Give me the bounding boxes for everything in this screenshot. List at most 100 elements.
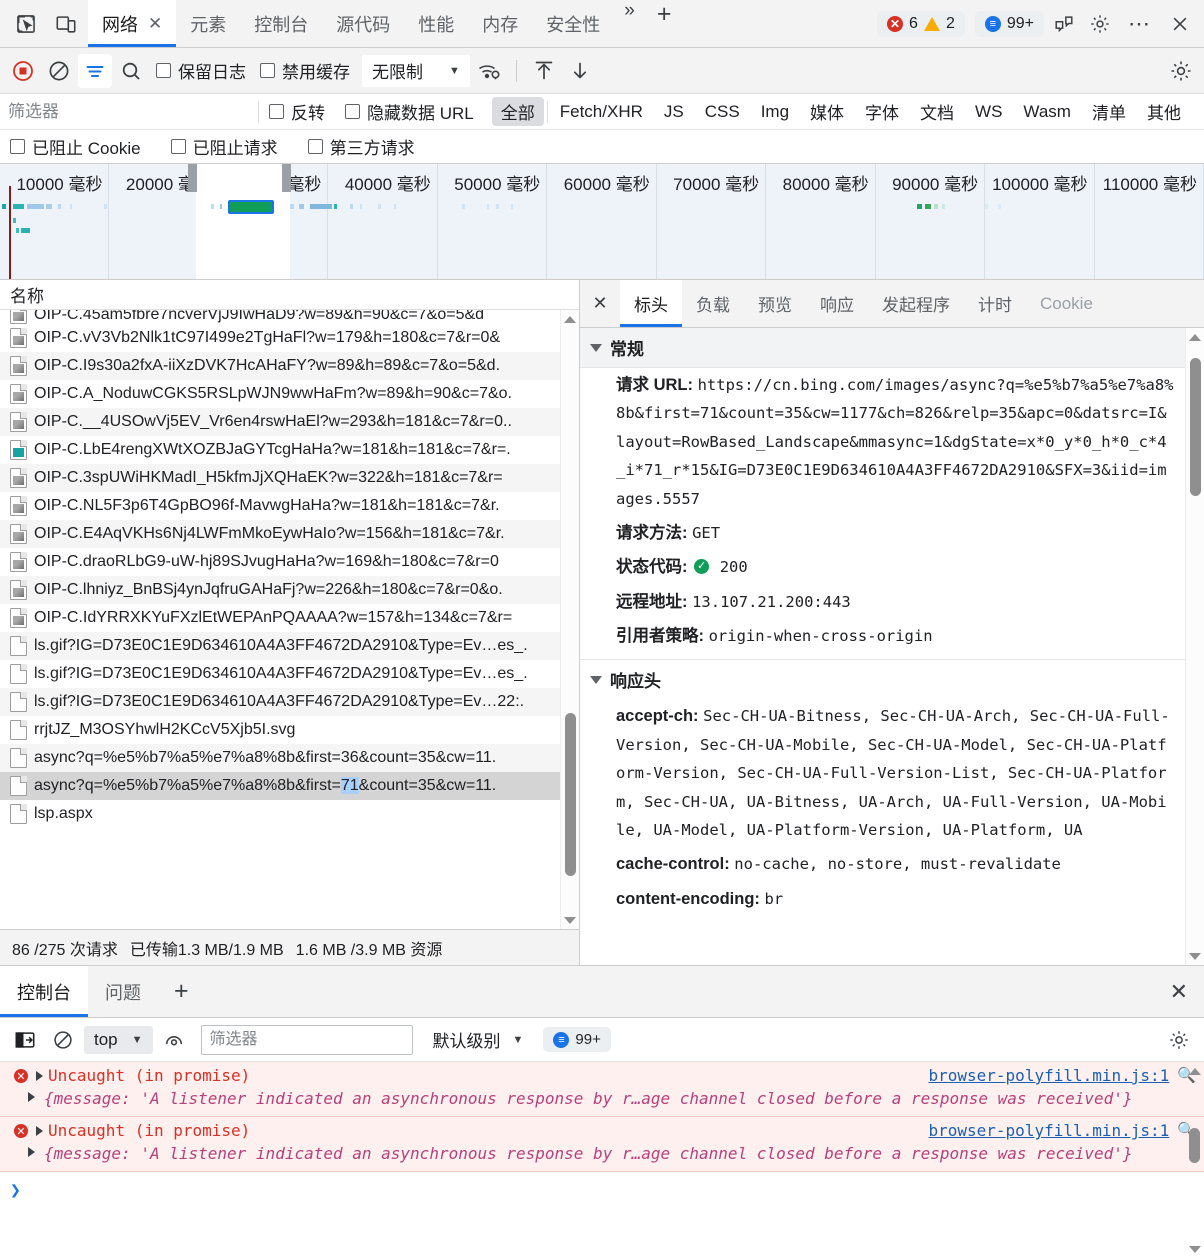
tab-initiator[interactable]: 发起程序 [868, 280, 964, 327]
scroll-track[interactable] [1185, 1080, 1204, 1240]
record-stop-icon[interactable] [6, 54, 40, 88]
list-item[interactable]: ✕ Uncaught (in promise) browser-polyfill… [0, 1062, 1204, 1118]
type-filter-js[interactable]: JS [655, 100, 693, 124]
expand-arrow-icon[interactable] [28, 1092, 35, 1102]
console-level-select[interactable]: 默认级别 ▼ [423, 1027, 534, 1052]
table-row[interactable]: async?q=%e5%b7%a5%e7%a8%8b&first=36&coun… [0, 744, 579, 772]
console-scrollbar[interactable] [1185, 1062, 1204, 1258]
type-filter-ws[interactable]: WS [966, 100, 1011, 124]
table-row[interactable]: ls.gif?IG=D73E0C1E9D634610A4A3FF4672DA29… [0, 688, 579, 716]
hide-data-urls-box[interactable] [345, 104, 360, 119]
tab-performance[interactable]: 性能 [404, 0, 468, 47]
console-message-source-link[interactable]: browser-polyfill.min.js:1 [928, 1066, 1169, 1085]
type-filter-media[interactable]: 媒体 [801, 97, 853, 126]
scroll-down-arrow-icon[interactable] [561, 911, 580, 929]
blocked-requests-box[interactable] [170, 139, 186, 154]
scroll-thumb[interactable] [1189, 1128, 1200, 1164]
table-row[interactable]: OIP-C.IdYRRXKYuFXzlEtWEPAnPQAAAA?w=157&h… [0, 604, 579, 632]
table-row[interactable]: OIP-C.I9s30a2fxA-iiXzDVK7HcAHaFY?w=89&h=… [0, 352, 579, 380]
scroll-up-arrow-icon[interactable] [561, 310, 580, 328]
request-list[interactable]: OIP-C.45am5fbre7ncverVjJ9IwHaD9?w=89&h=9… [0, 310, 579, 929]
import-har-icon[interactable] [527, 54, 561, 88]
table-row[interactable]: OIP-C.lhniyz_BnBSj4ynJqfruGAHaFj?w=226&h… [0, 576, 579, 604]
search-icon[interactable] [114, 54, 148, 88]
blocked-cookies-box[interactable] [10, 139, 25, 154]
console-filter-input[interactable] [200, 1024, 413, 1055]
close-icon[interactable]: ✕ [580, 280, 620, 327]
close-devtools-icon[interactable] [1164, 8, 1196, 40]
tab-cookies[interactable]: Cookie [1026, 280, 1107, 327]
invert-box[interactable] [269, 104, 284, 119]
third-party-box[interactable] [307, 139, 323, 154]
tab-memory[interactable]: 内存 [468, 0, 532, 47]
expand-arrow-icon[interactable] [36, 1126, 43, 1137]
tab-headers[interactable]: 标头 [620, 280, 682, 327]
console-messages-counter[interactable]: ≡ 99+ [974, 10, 1044, 37]
list-item[interactable]: ✕ Uncaught (in promise) browser-polyfill… [0, 1117, 1204, 1173]
drawer-tab-console[interactable]: 控制台 [0, 966, 88, 1017]
table-row[interactable]: OIP-C.NL5F3p6T4GpBO96f-MavwgHaHa?w=181&h… [0, 492, 579, 520]
table-row-selected[interactable]: async?q=%e5%b7%a5%e7%a8%8b&first=71&coun… [0, 772, 579, 800]
table-row[interactable]: ls.gif?IG=D73E0C1E9D634610A4A3FF4672DA29… [0, 660, 579, 688]
table-row[interactable]: lsp.aspx [0, 800, 579, 828]
network-overview-timeline[interactable]: 10000 毫秒 20000 毫秒 30000 毫秒 40000 毫秒 5000… [0, 164, 1204, 280]
console-context-select[interactable]: top ▼ [84, 1025, 153, 1054]
scroll-up-arrow-icon[interactable] [1185, 1062, 1204, 1080]
drawer-tab-issues[interactable]: 问题 [88, 966, 158, 1017]
preserve-log-checkbox[interactable]: 保留日志 [150, 58, 252, 83]
console-message-counter[interactable]: ≡ 99+ [543, 1027, 611, 1052]
tab-security[interactable]: 安全性 [532, 0, 614, 47]
table-row[interactable]: OIP-C.vV3Vb2Nlk1tC97I499e2TgHaFl?w=179&h… [0, 324, 579, 352]
clear-icon[interactable] [42, 54, 76, 88]
gear-icon[interactable] [1162, 1023, 1196, 1057]
table-row[interactable]: OIP-C.__4USOwVj5EV_Vr6en4rswHaEl?w=293&h… [0, 408, 579, 436]
preserve-log-box[interactable] [156, 63, 171, 78]
console-sidebar-icon[interactable] [8, 1023, 42, 1057]
close-icon[interactable]: ✕ [148, 15, 162, 32]
tab-payload[interactable]: 负载 [682, 280, 744, 327]
request-list-scrollbar[interactable] [560, 310, 579, 929]
blocked-requests-checkbox[interactable]: 已阻止请求 [161, 134, 288, 159]
clear-console-icon[interactable] [46, 1023, 80, 1057]
scroll-up-arrow-icon[interactable] [1186, 328, 1204, 346]
gear-icon[interactable] [1164, 54, 1198, 88]
blocked-cookies-checkbox[interactable]: 已阻止 Cookie [10, 134, 151, 159]
tab-timing[interactable]: 计时 [964, 280, 1026, 327]
type-filter-doc[interactable]: 文档 [911, 97, 963, 126]
table-row[interactable]: OIP-C.45am5fbre7ncverVjJ9IwHaD9?w=89&h=9… [0, 310, 579, 324]
expand-arrow-icon[interactable] [36, 1071, 43, 1081]
tab-console[interactable]: 控制台 [240, 0, 322, 47]
console-message-source-link[interactable]: browser-polyfill.min.js:1 [928, 1121, 1169, 1140]
tab-response[interactable]: 响应 [806, 280, 868, 327]
live-expression-icon[interactable] [157, 1023, 191, 1057]
type-filter-wasm[interactable]: Wasm [1014, 100, 1080, 124]
type-filter-other[interactable]: 其他 [1138, 97, 1190, 126]
feedback-icon[interactable] [1048, 8, 1080, 40]
invert-checkbox[interactable]: 反转 [259, 99, 335, 124]
headers-content[interactable]: 常规 请求 URL: https://cn.bing.com/images/as… [580, 328, 1204, 965]
table-row[interactable]: OIP-C.3spUWiHKMadI_H5kfmJjXQHaEK?w=322&h… [0, 464, 579, 492]
gear-icon[interactable] [1084, 8, 1116, 40]
export-har-icon[interactable] [563, 54, 597, 88]
close-drawer-icon[interactable]: ✕ [1154, 966, 1204, 1017]
inspect-element-icon[interactable] [10, 8, 42, 40]
type-filter-img[interactable]: Img [752, 100, 798, 124]
more-options-icon[interactable]: ⋯ [1120, 12, 1160, 34]
table-row[interactable]: rrjtJZ_M3OSYhwlH2KCcV5Xjb5I.svg [0, 716, 579, 744]
type-filter-fetch-xhr[interactable]: Fetch/XHR [551, 100, 652, 124]
type-filter-all[interactable]: 全部 [491, 97, 544, 126]
disable-cache-checkbox[interactable]: 禁用缓存 [254, 58, 356, 83]
hide-data-urls-checkbox[interactable]: 隐藏数据 URL [335, 99, 484, 124]
tab-elements[interactable]: 元素 [176, 0, 240, 47]
table-row[interactable]: OIP-C.LbE4rengXWtXOZBJaGYTcgHaHa?w=181&h… [0, 436, 579, 464]
table-row[interactable]: OIP-C.E4AqVKHs6Nj4LWFmMkoEywHaIo?w=156&h… [0, 520, 579, 548]
console-prompt[interactable]: ❯ [0, 1172, 1204, 1209]
request-list-column-header[interactable]: 名称 [0, 280, 579, 310]
general-section-header[interactable]: 常规 [580, 328, 1185, 368]
third-party-checkbox[interactable]: 第三方请求 [298, 134, 425, 159]
type-filter-css[interactable]: CSS [696, 100, 749, 124]
filter-input[interactable] [0, 94, 258, 129]
more-tabs-icon[interactable]: » [614, 0, 645, 47]
scroll-thumb[interactable] [1190, 358, 1201, 497]
table-row[interactable]: OIP-C.draoRLbG9-uW-hj89SJvugHaHa?w=169&h… [0, 548, 579, 576]
